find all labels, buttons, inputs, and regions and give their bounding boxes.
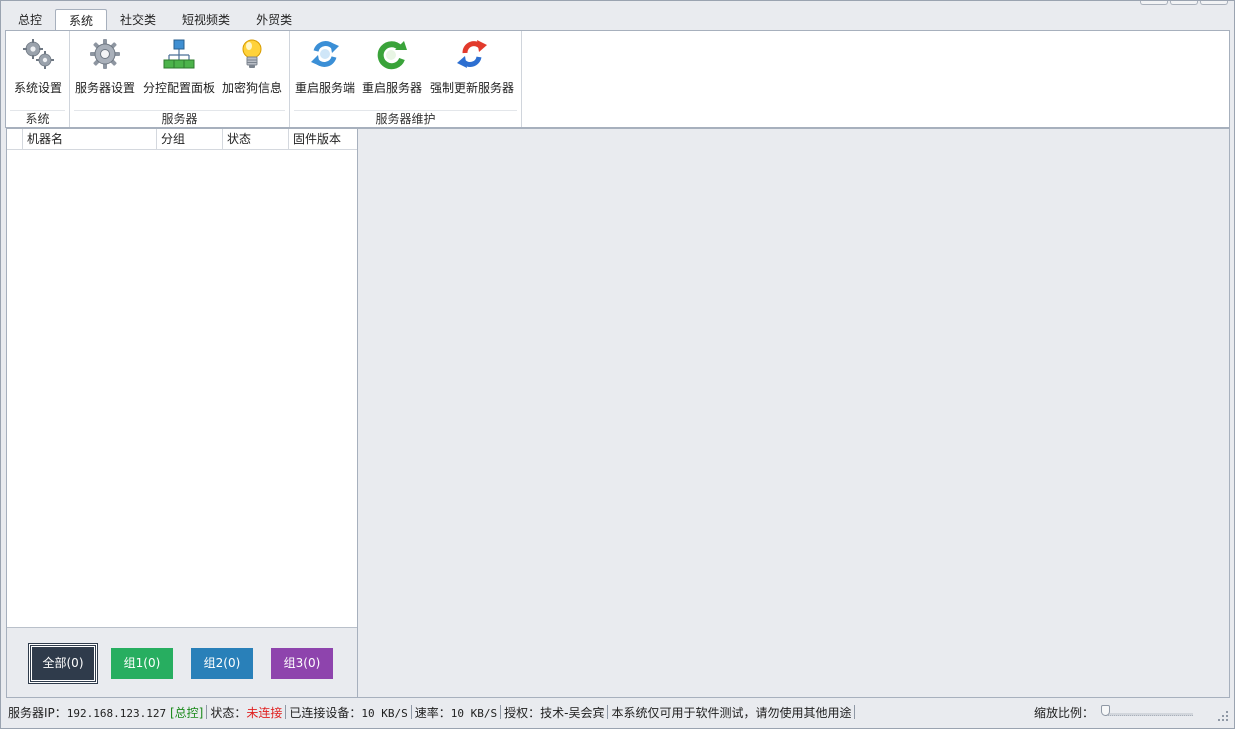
restart-server-label: 重启服务器	[361, 81, 422, 95]
system-settings-button[interactable]: 系统设置	[10, 35, 66, 107]
tab-short-video[interactable]: 短视频类	[169, 9, 243, 31]
column-header-status[interactable]: 状态	[223, 129, 289, 149]
devices-label: 已连接设备：	[289, 705, 362, 720]
rate-label: 速率：	[414, 705, 451, 720]
license-text: 授权：技术-吴会宾	[504, 705, 605, 720]
ribbon-group-server: 服务器设置 分控配置面板 加密狗信息 服务器	[70, 31, 290, 127]
group-all-button[interactable]: 全部(0)	[28, 643, 98, 684]
zoom-slider-thumb[interactable]	[1101, 705, 1110, 716]
server-settings-label: 服务器设置	[74, 81, 135, 95]
minimize-button[interactable]	[1140, 1, 1168, 5]
group-filter-bar: 全部(0) 组1(0) 组2(0) 组3(0)	[7, 627, 357, 697]
connection-state-segment: 状态：未连接	[207, 704, 285, 721]
column-header-machine-name[interactable]: 机器名	[23, 129, 157, 149]
zoom-label: 缩放比例：	[1033, 706, 1094, 720]
main-content-area	[358, 128, 1230, 698]
group-1-button[interactable]: 组1(0)	[111, 648, 173, 679]
refresh-icon	[311, 41, 339, 67]
tab-social[interactable]: 社交类	[107, 9, 169, 31]
system-settings-label: 系统设置	[13, 81, 62, 95]
tab-system[interactable]: 系统	[55, 9, 108, 32]
lightbulb-icon	[242, 39, 262, 68]
maximize-button[interactable]	[1170, 1, 1198, 5]
app-window: 总控 系统 社交类 短视频类 外贸类 系统设置 系统 服务器设置 分控配置面板 …	[0, 0, 1235, 729]
force-update-server-button[interactable]: 强制更新服务器	[428, 35, 516, 107]
state-value: 未连接	[246, 705, 283, 720]
zoom-slider-track	[1105, 713, 1193, 716]
tab-foreign-trade[interactable]: 外贸类	[243, 9, 305, 31]
restart-icon	[377, 41, 407, 70]
column-header-select[interactable]	[7, 129, 23, 149]
window-controls	[1140, 1, 1228, 5]
ribbon-group-label: 服务器	[74, 110, 285, 127]
network-tree-icon	[163, 39, 195, 69]
connected-devices-segment: 已连接设备：10 KB/S	[286, 704, 410, 721]
ribbon-tabs: 总控 系统 社交类 短视频类 外贸类	[5, 9, 305, 32]
rate-value: 10 KB/S	[450, 706, 498, 720]
ribbon-group-system: 系统设置 系统	[6, 31, 70, 127]
branch-config-panel-label: 分控配置面板	[142, 81, 215, 95]
devices-value: 10 KB/S	[361, 706, 408, 720]
ribbon-group-label: 系统	[10, 110, 65, 127]
ribbon-group-maintenance: 重启服务端 重启服务器 强制更新服务器 服务器维护	[290, 31, 522, 127]
status-separator	[854, 705, 856, 719]
group-3-button[interactable]: 组3(0)	[271, 648, 333, 679]
machine-list-panel: 机器名 分组 状态 固件版本 全部(0) 组1(0) 组2(0) 组3(0)	[6, 128, 358, 698]
restart-service-button[interactable]: 重启服务端	[294, 35, 356, 107]
ribbon-group-label: 服务器维护	[294, 110, 517, 127]
group-2-button[interactable]: 组2(0)	[191, 648, 253, 679]
dongle-info-button[interactable]: 加密狗信息	[220, 35, 284, 107]
restart-service-label: 重启服务端	[294, 81, 355, 95]
status-bar: 服务器IP：192.168.123.127 [总控] 状态：未连接 已连接设备：…	[5, 700, 1231, 724]
force-update-icon	[457, 40, 487, 68]
zoom-slider[interactable]	[1101, 705, 1193, 717]
resize-grip-icon[interactable]	[1217, 710, 1229, 722]
usage-notice: 本系统仅可用于软件测试，请勿使用其他用途	[611, 705, 852, 720]
gear-icon	[90, 39, 120, 69]
close-button[interactable]	[1200, 1, 1228, 5]
restart-server-button[interactable]: 重启服务器	[360, 35, 424, 107]
tab-overview[interactable]: 总控	[5, 9, 55, 31]
server-settings-button[interactable]: 服务器设置	[74, 35, 136, 107]
dongle-info-label: 加密狗信息	[221, 81, 282, 95]
server-ip-label: 服务器IP：	[8, 705, 67, 720]
branch-config-panel-button[interactable]: 分控配置面板	[142, 35, 216, 107]
force-update-server-label: 强制更新服务器	[429, 81, 514, 95]
column-header-firmware-version[interactable]: 固件版本	[289, 129, 357, 149]
ribbon-panel: 系统设置 系统 服务器设置 分控配置面板 加密狗信息 服务器 重启服务端 重启服…	[5, 30, 1230, 128]
role-badge: [总控]	[169, 705, 204, 720]
state-label: 状态：	[210, 705, 247, 720]
server-ip-segment: 服务器IP：192.168.123.127 [总控]	[5, 704, 206, 721]
machine-list-header: 机器名 分组 状态 固件版本	[7, 129, 357, 150]
gears-icon	[23, 39, 54, 69]
server-ip-value: 192.168.123.127	[66, 706, 167, 720]
column-header-group[interactable]: 分组	[157, 129, 223, 149]
rate-segment: 速率：10 KB/S	[412, 704, 500, 721]
